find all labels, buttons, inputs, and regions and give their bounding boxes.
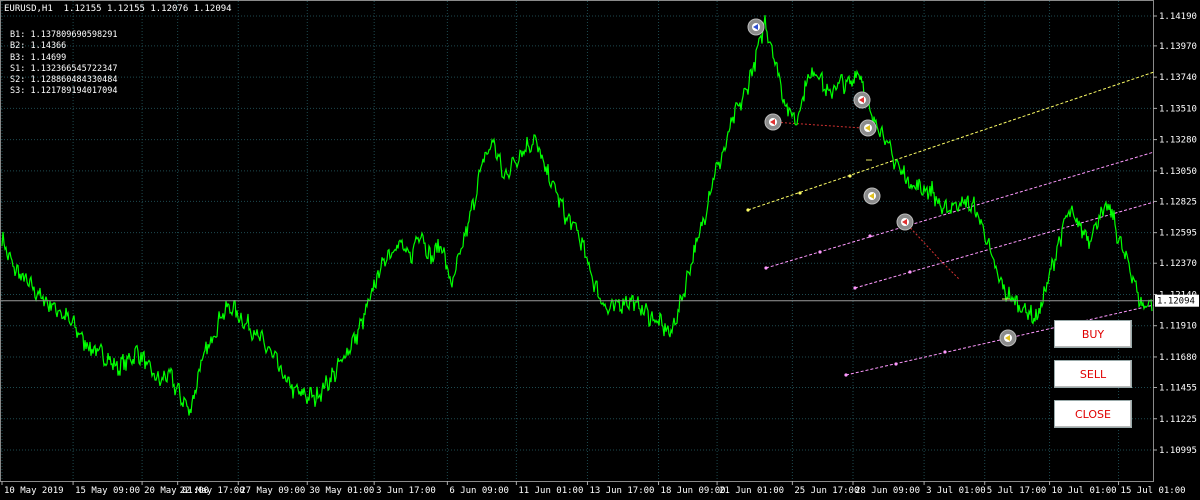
- channel-point: [848, 174, 852, 178]
- time-label: 21 Jun 01:00: [719, 486, 784, 496]
- price-series: [1, 15, 1153, 416]
- time-label: 3 Jun 17:00: [376, 486, 436, 496]
- price-label: 1.13970: [1159, 42, 1197, 52]
- channel-point: [746, 208, 750, 212]
- levels-panel: B1: 1.137809690598291 B2: 1.14366 B3: 1.…: [10, 30, 117, 98]
- chart-window[interactable]: 1.14190 1.13970 1.13740 1.13510 1.13280 1.130…: [0, 0, 1200, 500]
- price-chart[interactable]: 1.14190 1.13970 1.13740 1.13510 1.13280 1.130…: [0, 0, 1200, 500]
- time-label: 10 Jul 01:00: [1052, 486, 1117, 496]
- time-label: 15 Jul 01:00: [1121, 486, 1186, 496]
- level-s2: S2: 1.128860484330484: [10, 75, 118, 86]
- price-label: 1.12370: [1159, 259, 1197, 269]
- channel-point: [868, 234, 872, 238]
- channel-point: [844, 373, 848, 377]
- time-label: 3 Jul 01:00: [926, 486, 986, 496]
- time-label: 5 Jul 17:00: [987, 486, 1047, 496]
- trade-link: [772, 121, 868, 129]
- level-s1: S1: 1.132366545722347: [10, 63, 118, 74]
- channel-point: [818, 250, 822, 254]
- channel-line-mid: [765, 151, 1155, 269]
- sell-button[interactable]: SELL: [1054, 360, 1132, 388]
- symbol-header: EURUSD,H1 1.12155 1.12155 1.12076 1.1209…: [4, 4, 232, 14]
- ohlc-values: 1.12155 1.12155 1.12076 1.12094: [63, 4, 232, 14]
- price-axis: 1.14190 1.13970 1.13740 1.13510 1.13280 1.130…: [1153, 12, 1197, 456]
- channel-point: [894, 362, 898, 366]
- trade-markers: [747, 18, 1017, 347]
- time-label: 25 Jun 17:00: [794, 486, 859, 496]
- time-label: 18 Jun 09:00: [661, 486, 726, 496]
- time-label: 11 Jun 01:00: [518, 486, 583, 496]
- price-line: [1, 15, 1153, 416]
- time-label: 30 May 01:00: [309, 486, 374, 496]
- time-label: 28 Jun 09:00: [855, 486, 920, 496]
- time-label: 13 Jun 17:00: [589, 486, 654, 496]
- price-label: 1.13510: [1159, 104, 1197, 114]
- channel-line-upper: [747, 71, 1155, 211]
- price-label: 1.13740: [1159, 73, 1197, 83]
- price-label: 1.14190: [1159, 12, 1197, 22]
- time-label: 22 May 17:00: [180, 486, 245, 496]
- time-label: 6 Jun 09:00: [449, 486, 509, 496]
- sell-marker-icon[interactable]: [764, 113, 782, 131]
- sell-marker-icon[interactable]: [853, 91, 871, 109]
- price-label: 1.13280: [1159, 136, 1197, 146]
- level-b1: B1: 1.137809690598291: [10, 30, 118, 40]
- level-s3: S3: 1.121789194017094: [10, 86, 118, 97]
- time-label: 10 May 2019: [4, 486, 64, 496]
- price-label: 1.11455: [1159, 384, 1197, 394]
- level-b3: B3: 1.14699: [10, 52, 67, 63]
- price-label: 1.11910: [1159, 322, 1197, 332]
- time-label: 15 May 09:00: [75, 486, 140, 496]
- sell-marker-icon[interactable]: [896, 213, 914, 231]
- close-button[interactable]: CLOSE: [1054, 400, 1132, 428]
- channel-point: [943, 350, 947, 354]
- time-axis: 10 May 2019 15 May 09:00 20 May 01:0022 Ma…: [1, 481, 1186, 496]
- plot-border: [0, 0, 1154, 482]
- channel-point: [853, 286, 857, 290]
- price-label: 1.12595: [1159, 229, 1197, 239]
- buy-marker-icon[interactable]: [747, 18, 765, 36]
- price-label: 1.11680: [1159, 353, 1197, 363]
- close-marker-icon[interactable]: [863, 187, 881, 205]
- price-label: 1.13050: [1159, 167, 1197, 177]
- price-label: 1.11225: [1159, 415, 1197, 425]
- price-label: 1.12825: [1159, 197, 1197, 207]
- price-label: 1.10995: [1159, 446, 1197, 456]
- buy-button[interactable]: BUY: [1054, 320, 1132, 348]
- current-price-label: 1.12094: [1157, 297, 1195, 307]
- channel-line-lower: [854, 201, 1155, 289]
- close-marker-icon[interactable]: [999, 329, 1017, 347]
- time-label: 27 May 09:00: [240, 486, 305, 496]
- channel-point: [798, 191, 802, 195]
- channel-point: [908, 270, 912, 274]
- channel-point: [764, 266, 768, 270]
- close-marker-icon[interactable]: [859, 119, 877, 137]
- level-b2: B2: 1.14366: [10, 41, 67, 52]
- grid: [0, 0, 1154, 482]
- symbol-timeframe: EURUSD,H1: [4, 4, 53, 14]
